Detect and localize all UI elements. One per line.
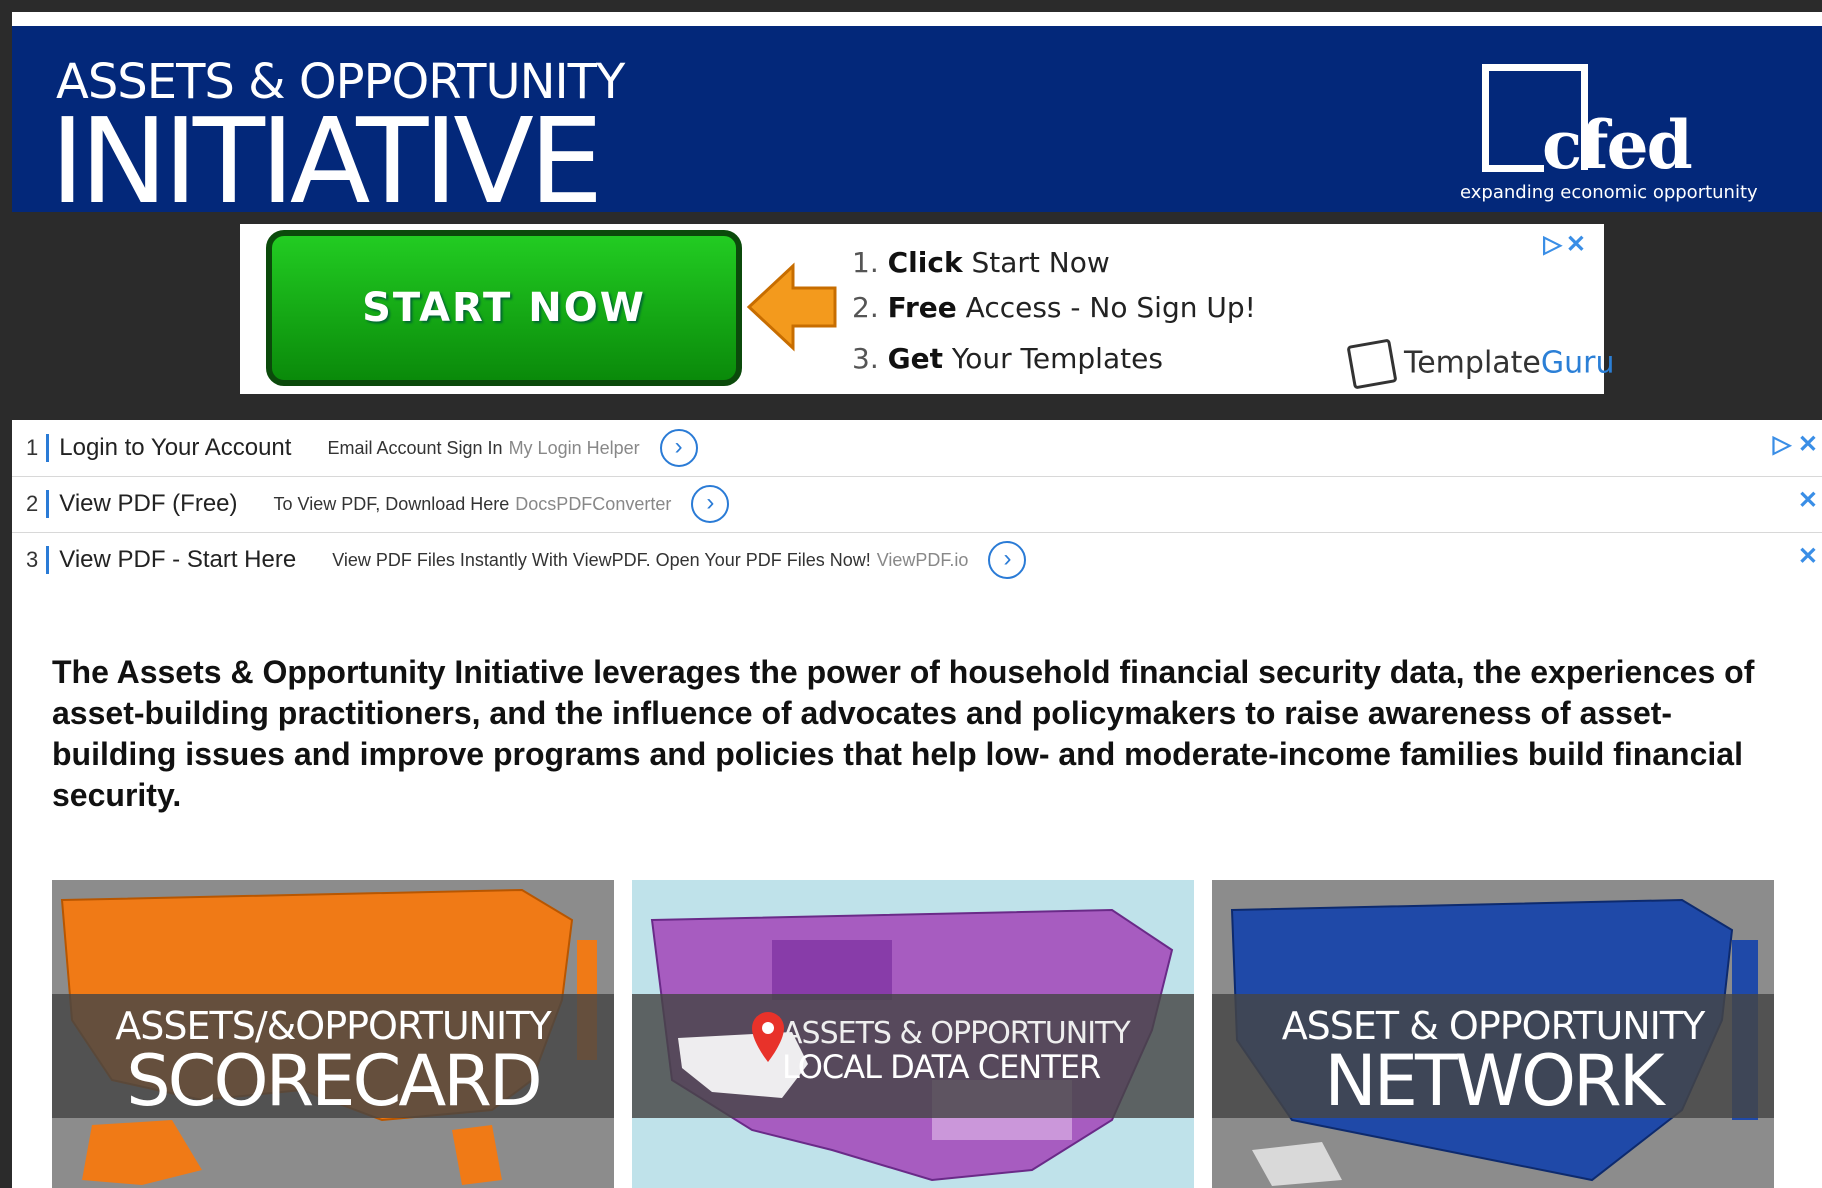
network-tile-line2: NETWORK	[1324, 1040, 1664, 1122]
text-ad-source: My Login Helper	[508, 437, 640, 458]
site-header: ASSETS & OPPORTUNITY INITIATIVE cfed exp…	[12, 26, 1822, 220]
close-icon[interactable]: ✕	[1798, 542, 1818, 571]
local-data-tile-line1: ASSETS & OPPORTUNITY	[782, 1016, 1131, 1051]
text-ad-source: DocsPDFConverter	[515, 493, 672, 514]
ad-step-1: 1. Click Start Now	[852, 246, 1110, 279]
text-ad-number: 1	[26, 434, 50, 462]
scorecard-tile[interactable]: ASSETS/&OPPORTUNITY SCORECARD	[52, 880, 614, 1188]
text-ad-row[interactable]: 3 View PDF - Start Here View PDF Files I…	[12, 532, 1822, 588]
chevron-right-icon[interactable]: ›	[659, 429, 698, 467]
ad-step-3: 3. Get Your Templates	[852, 342, 1163, 375]
start-now-button[interactable]: START NOW	[266, 230, 742, 386]
templateguru-logo-part2: Guru	[1540, 345, 1615, 381]
chevron-right-icon[interactable]: ›	[691, 485, 730, 523]
adchoices-icon[interactable]: ▷✕	[1543, 230, 1590, 259]
text-ad-row[interactable]: 2 View PDF (Free) To View PDF, Download …	[12, 476, 1822, 533]
chevron-right-icon[interactable]: ›	[988, 541, 1027, 579]
cfed-logo-stroke-bottom	[1482, 165, 1544, 172]
cfed-logo-stroke-left	[1482, 64, 1489, 172]
text-ad-number: 2	[26, 490, 50, 518]
page: ASSETS & OPPORTUNITY INITIATIVE cfed exp…	[12, 12, 1822, 1188]
ad-step-1-bold: Click	[887, 246, 963, 279]
local-data-center-tile[interactable]: ASSETS & OPPORTUNITY LOCAL DATA CENTER	[632, 880, 1194, 1188]
banner-ad[interactable]: START NOW 1. Click Start Now 2. Free Acc…	[240, 224, 1615, 394]
local-data-tile-line2: LOCAL DATA CENTER	[782, 1048, 1101, 1086]
ad-step-3-bold: Get	[887, 342, 943, 375]
arrow-left-icon	[746, 262, 837, 352]
templateguru-logo-part1: Template	[1404, 345, 1541, 381]
document-icon	[1346, 338, 1398, 390]
scorecard-tile-line2: SCORECARD	[126, 1040, 543, 1122]
text-ad-title[interactable]: View PDF - Start Here	[59, 546, 296, 574]
ad-step-3-num: 3.	[852, 342, 879, 375]
text-ad-source: ViewPDF.io	[876, 549, 969, 570]
text-ad-description: To View PDF, Download Here	[273, 493, 510, 514]
text-ad-description: Email Account Sign In	[327, 437, 503, 458]
close-icon[interactable]: ✕	[1798, 486, 1818, 515]
ad-step-3-rest: Your Templates	[942, 342, 1163, 375]
close-icon[interactable]: ▷ ✕	[1773, 430, 1818, 459]
text-ads: 1 Login to Your Account Email Account Si…	[12, 420, 1822, 588]
text-ad-number: 3	[26, 546, 50, 574]
network-tile[interactable]: ASSET & OPPORTUNITY NETWORK	[1212, 880, 1774, 1188]
text-ad-description: View PDF Files Instantly With ViewPDF. O…	[332, 549, 871, 570]
intro-paragraph: The Assets & Opportunity Initiative leve…	[52, 654, 1755, 813]
templateguru-logo[interactable]: TemplateGuru	[1346, 338, 1615, 390]
text-ad-title[interactable]: Login to Your Account	[59, 434, 291, 462]
text-ad-row[interactable]: 1 Login to Your Account Email Account Si…	[12, 420, 1822, 477]
cfed-tagline: expanding economic opportunity	[1460, 182, 1758, 203]
ad-step-2-bold: Free	[887, 291, 957, 324]
ad-step-2-num: 2.	[852, 291, 879, 324]
cfed-logo-word: cfed	[1542, 106, 1693, 184]
logo-main-text[interactable]: INITIATIVE	[50, 102, 603, 220]
text-ad-title[interactable]: View PDF (Free)	[59, 490, 237, 518]
ad-step-1-num: 1.	[852, 246, 879, 279]
ad-step-2: 2. Free Access - No Sign Up!	[852, 291, 1256, 324]
ad-step-1-rest: Start Now	[962, 246, 1110, 279]
ad-step-2-rest: Access - No Sign Up!	[956, 291, 1256, 324]
